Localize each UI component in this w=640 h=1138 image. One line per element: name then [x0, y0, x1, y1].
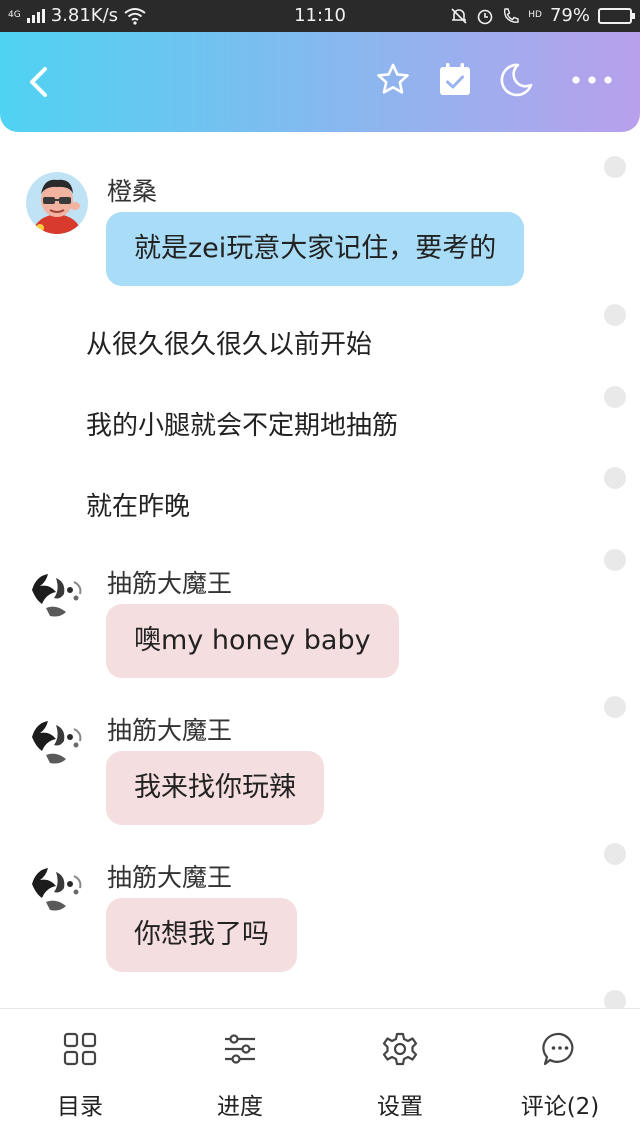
ink-sketch-avatar-icon	[26, 711, 88, 773]
alarm-icon	[477, 9, 493, 24]
status-bar: 4G 3.81K/s 11:10 HD 79%	[0, 0, 640, 32]
narration-text: 我的小腿就会不定期地抽筋	[86, 411, 399, 441]
message-marker[interactable]	[604, 156, 626, 178]
nav-label: 评论(2)	[520, 1094, 600, 1120]
message-bubble[interactable]: 你想我了吗	[106, 898, 297, 972]
bell-off-icon	[451, 7, 467, 24]
cartoon-avatar-icon	[26, 172, 88, 234]
chat-area[interactable]: 橙桑 就是zei玩意大家记住，要考的 从很久很久很久以前开始 我的小腿就会不定期…	[0, 132, 640, 1008]
ink-sketch-avatar-icon	[26, 564, 88, 626]
battery-percent: 79%	[549, 5, 590, 26]
more-icon[interactable]	[570, 60, 614, 100]
message-marker[interactable]	[604, 467, 626, 489]
nav-comments[interactable]: 评论(2)	[480, 1009, 640, 1138]
nav-settings[interactable]: 设置	[320, 1009, 480, 1138]
narration-text: 就在昨晚	[86, 492, 191, 522]
sender-name: 抽筋大魔王	[107, 716, 233, 745]
call-icon	[504, 7, 519, 23]
nav-label: 设置	[377, 1094, 423, 1120]
bottom-nav: 目录 进度 设置 评论(2)	[0, 1008, 640, 1138]
ink-sketch-avatar-icon	[26, 858, 88, 920]
avatar[interactable]	[26, 564, 88, 626]
nav-label: 目录	[57, 1094, 103, 1120]
narration-text: 从很久很久很久以前开始	[86, 330, 373, 360]
avatar[interactable]	[26, 711, 88, 773]
message-marker[interactable]	[604, 990, 626, 1008]
sender-name: 橙桑	[107, 177, 158, 206]
message-marker[interactable]	[604, 696, 626, 718]
message-marker[interactable]	[604, 304, 626, 326]
hd-label: HD	[528, 10, 542, 20]
star-icon[interactable]	[373, 60, 413, 100]
grid-icon	[63, 1032, 97, 1066]
message-bubble[interactable]: 就是zei玩意大家记住，要考的	[106, 212, 525, 286]
app-header	[0, 32, 640, 132]
sender-name: 抽筋大魔王	[107, 569, 233, 598]
gear-icon	[382, 1032, 418, 1066]
avatar[interactable]	[26, 172, 88, 234]
sliders-icon	[225, 1034, 255, 1064]
message-marker[interactable]	[604, 549, 626, 571]
calendar-check-icon[interactable]	[435, 60, 475, 100]
nav-progress[interactable]: 进度	[160, 1009, 320, 1138]
back-chevron-icon[interactable]	[20, 62, 60, 102]
sender-name: 抽筋大魔王	[107, 863, 233, 892]
status-right: HD 79%	[450, 5, 635, 26]
message-marker[interactable]	[604, 386, 626, 408]
nav-label: 进度	[217, 1094, 263, 1120]
nav-catalog[interactable]: 目录	[0, 1009, 160, 1138]
battery-icon	[598, 7, 635, 24]
message-marker[interactable]	[604, 843, 626, 865]
comment-icon	[542, 1032, 574, 1066]
moon-icon[interactable]	[496, 60, 536, 100]
message-bubble[interactable]: 我来找你玩辣	[106, 751, 324, 825]
avatar[interactable]	[26, 858, 88, 920]
message-bubble[interactable]: 噢my honey baby	[106, 604, 399, 678]
